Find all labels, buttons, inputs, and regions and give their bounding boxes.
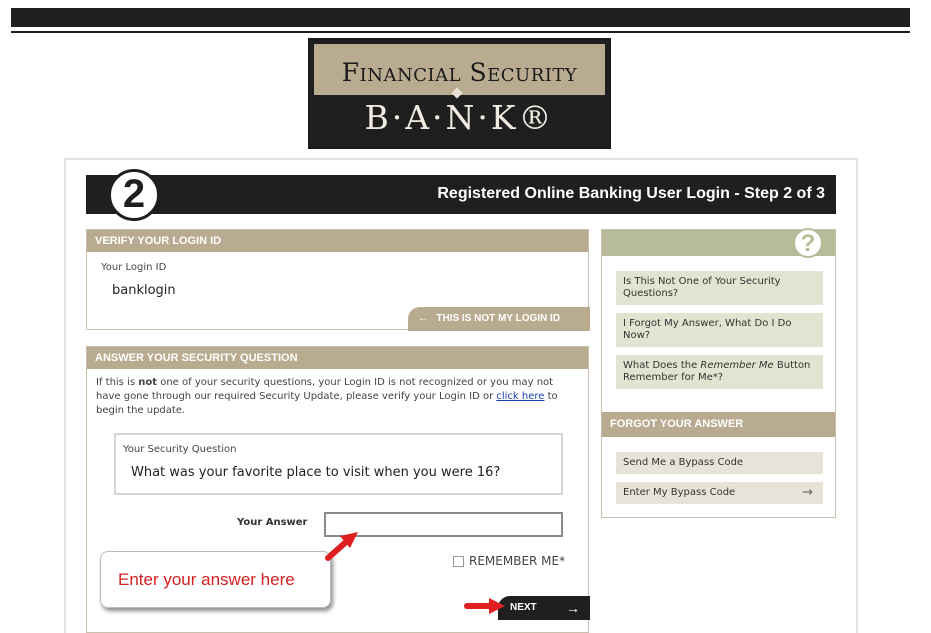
security-question-label: Your Security Question <box>123 444 237 455</box>
login-id-value: banklogin <box>112 283 176 298</box>
next-button[interactable]: NEXT → <box>498 596 590 620</box>
verify-login-panel: VERIFY YOUR LOGIN ID Your Login ID bankl… <box>86 229 590 331</box>
logo-bank: B·A·N·K® <box>364 98 555 137</box>
help-panel: ? Is This Not One of Your Security Quest… <box>601 228 836 518</box>
help-link-forgot-answer[interactable]: I Forgot My Answer, What Do I Do Now? <box>616 313 823 347</box>
bank-logo: Financial Security B·A·N·K® <box>308 38 611 149</box>
enter-bypass-code-label: Enter My Bypass Code <box>623 487 736 498</box>
info-text-bold: not <box>138 377 158 388</box>
top-divider <box>11 31 910 33</box>
click-here-link[interactable]: click here <box>496 391 544 402</box>
help-link-text: What Does the <box>623 360 701 371</box>
remember-me-option[interactable]: REMEMBER ME* <box>453 554 565 568</box>
not-my-login-id-label: THIS IS NOT MY LOGIN ID <box>436 313 561 324</box>
your-answer-label: Your Answer <box>237 517 308 528</box>
red-pointer-arrow-icon <box>464 598 505 614</box>
not-my-login-id-button[interactable]: ← THIS IS NOT MY LOGIN ID <box>408 307 590 331</box>
security-question-text: What was your favorite place to visit wh… <box>131 465 501 480</box>
next-label: NEXT <box>510 602 537 613</box>
red-pointer-arrow-icon <box>325 532 358 561</box>
forgot-answer-heading: FORGOT YOUR ANSWER <box>602 412 835 437</box>
logo-top-band: Financial Security <box>314 44 605 95</box>
verify-login-heading: VERIFY YOUR LOGIN ID <box>87 230 588 252</box>
instruction-callout: Enter your answer here <box>100 551 331 608</box>
right-arrow-icon: → <box>802 485 813 500</box>
step-number-badge: 2 <box>108 169 160 221</box>
right-arrow-icon: → <box>566 600 580 616</box>
enter-bypass-code-link[interactable]: Enter My Bypass Code → <box>616 482 823 504</box>
security-info-text: If this is not one of your security ques… <box>96 376 580 418</box>
help-link-emphasis: Remember Me <box>700 360 774 371</box>
page-title: Registered Online Banking User Login - S… <box>437 185 825 202</box>
question-mark-icon: ? <box>793 228 823 258</box>
security-question-heading: ANSWER YOUR SECURITY QUESTION <box>87 347 588 369</box>
info-text-part: one of your security questions, your Log… <box>96 377 554 402</box>
send-bypass-code-link[interactable]: Send Me a Bypass Code <box>616 452 823 474</box>
left-arrow-icon: ← <box>418 313 428 324</box>
security-question-box: Your Security Question What was your fav… <box>114 433 563 495</box>
login-id-label: Your Login ID <box>101 262 167 273</box>
help-link-not-my-question[interactable]: Is This Not One of Your Security Questio… <box>616 271 823 305</box>
remember-me-label: REMEMBER ME* <box>469 554 566 568</box>
info-text-part: If this is <box>96 377 139 388</box>
top-bar <box>11 8 910 27</box>
logo-name: Financial Security <box>341 58 578 87</box>
remember-me-checkbox[interactable] <box>453 555 464 567</box>
help-link-remember-me[interactable]: What Does the Remember Me Button Remembe… <box>616 355 823 389</box>
